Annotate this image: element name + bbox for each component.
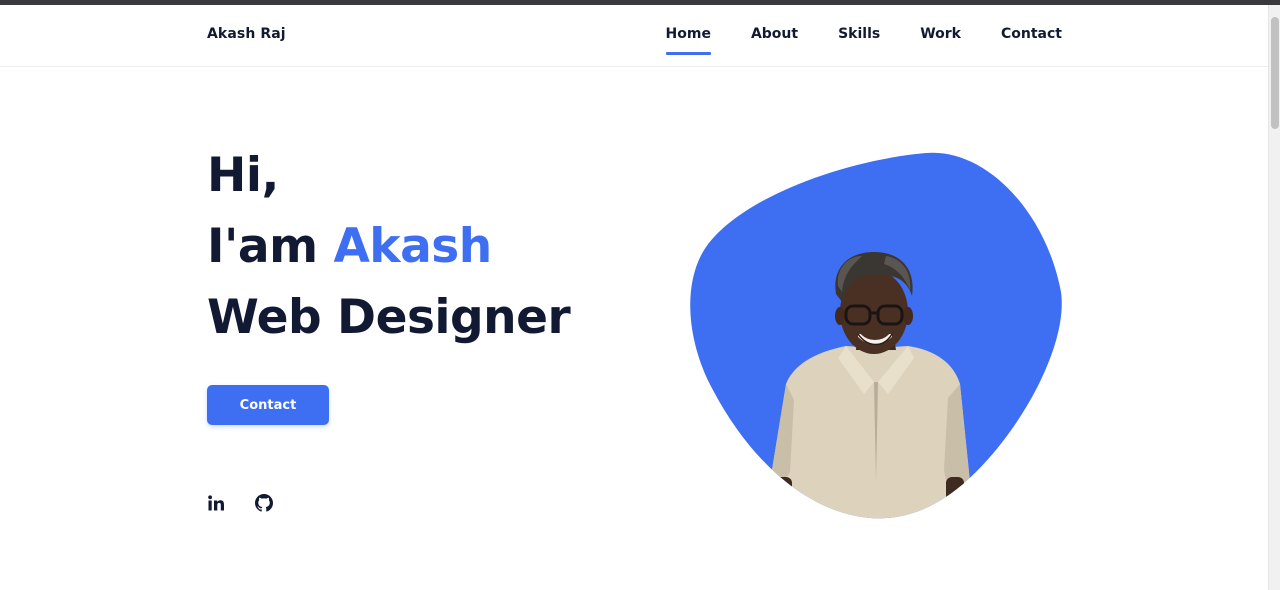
social-links bbox=[207, 494, 273, 512]
hero-role: Web Designer bbox=[207, 290, 571, 345]
nav-link-skills[interactable]: Skills bbox=[838, 26, 880, 42]
linkedin-link[interactable] bbox=[207, 494, 225, 512]
profile-illustration bbox=[690, 152, 1062, 519]
github-icon bbox=[255, 494, 273, 512]
hero-greeting: Hi, bbox=[207, 148, 279, 203]
nav-link-contact[interactable]: Contact bbox=[1001, 26, 1062, 42]
nav-link-about[interactable]: About bbox=[751, 26, 798, 42]
linkedin-icon bbox=[208, 495, 224, 511]
hero-intro-line: I'am Akash bbox=[207, 211, 570, 282]
hero-intro-prefix: I'am bbox=[207, 219, 334, 274]
github-link[interactable] bbox=[255, 494, 273, 512]
page-scrollbar[interactable] bbox=[1268, 5, 1280, 590]
contact-button[interactable]: Contact bbox=[207, 385, 329, 425]
hero-title: Hi, I'am Akash Web Designer bbox=[207, 140, 571, 353]
site-header: Akash Raj Home About Skills Work Contact bbox=[0, 5, 1268, 67]
nav-link-home[interactable]: Home bbox=[665, 26, 712, 55]
scrollbar-thumb[interactable] bbox=[1271, 17, 1279, 129]
site-logo[interactable]: Akash Raj bbox=[207, 26, 286, 42]
main-nav: Home About Skills Work Contact bbox=[665, 26, 1062, 55]
nav-link-work[interactable]: Work bbox=[920, 26, 961, 42]
hero-image-blob bbox=[686, 152, 1062, 520]
hero-name: Akash bbox=[333, 219, 492, 274]
